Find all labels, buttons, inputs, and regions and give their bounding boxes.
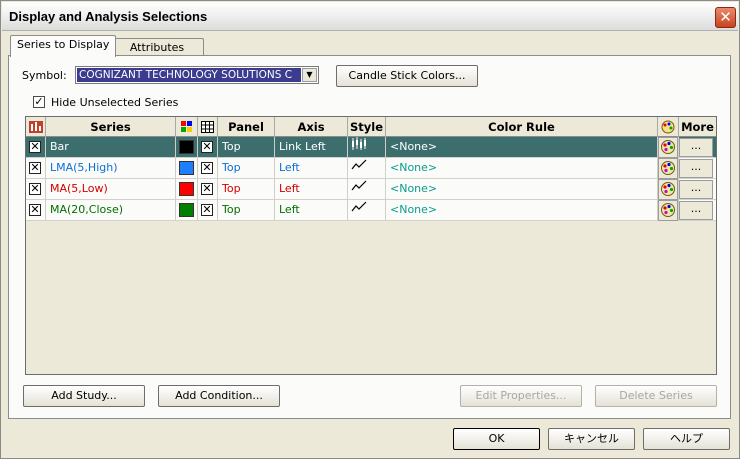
color-cell[interactable] bbox=[176, 200, 198, 221]
chevron-down-icon[interactable]: ▼ bbox=[302, 68, 317, 82]
more-button[interactable]: ... bbox=[679, 201, 713, 220]
table-icon[interactable] bbox=[198, 117, 218, 137]
color-cell[interactable] bbox=[176, 137, 198, 158]
palette-icon[interactable] bbox=[658, 179, 678, 200]
palette-icon[interactable] bbox=[658, 137, 678, 158]
row-select-cell[interactable]: ✕ bbox=[26, 137, 46, 158]
palette-icon[interactable] bbox=[176, 117, 198, 137]
color-swatch[interactable] bbox=[179, 203, 194, 217]
header-panel[interactable]: Panel bbox=[218, 117, 275, 137]
panel-value[interactable]: Top bbox=[218, 137, 275, 158]
more-cell[interactable]: ... bbox=[679, 158, 716, 179]
add-study-button[interactable]: Add Study... bbox=[23, 385, 145, 407]
table-toggle-checkbox[interactable]: ✕ bbox=[201, 204, 213, 216]
ok-button[interactable]: OK bbox=[453, 428, 540, 450]
color-swatch[interactable] bbox=[179, 182, 194, 196]
table-toggle-cell[interactable]: ✕ bbox=[198, 179, 218, 200]
palette-icon[interactable] bbox=[658, 200, 678, 221]
row-select-checkbox[interactable]: ✕ bbox=[29, 204, 41, 216]
close-icon: ✕ bbox=[719, 8, 732, 26]
symbol-label: Symbol: bbox=[22, 69, 67, 82]
tab-attributes[interactable]: Attributes bbox=[110, 38, 204, 56]
row-select-checkbox[interactable]: ✕ bbox=[29, 141, 41, 153]
color-rule-button[interactable] bbox=[658, 200, 679, 221]
table-row[interactable]: ✕ Bar ✕ Top Link Left <None>... bbox=[26, 137, 716, 158]
hide-unselected-checkbox[interactable]: ✓ bbox=[33, 96, 45, 108]
palette-icon[interactable] bbox=[658, 158, 678, 179]
table-toggle-cell[interactable]: ✕ bbox=[198, 158, 218, 179]
line-icon[interactable] bbox=[348, 158, 386, 179]
hide-unselected-label: Hide Unselected Series bbox=[51, 96, 179, 109]
chart-icon[interactable] bbox=[26, 117, 46, 137]
table-row[interactable]: ✕ LMA(5,High) ✕ Top Left <None>... bbox=[26, 158, 716, 179]
color-rule-value[interactable]: <None> bbox=[386, 137, 658, 158]
grid-header: Series Panel Axis Style Color Rule More bbox=[26, 117, 716, 137]
table-toggle-cell[interactable]: ✕ bbox=[198, 200, 218, 221]
delete-series-button[interactable]: Delete Series bbox=[595, 385, 717, 407]
edit-properties-button[interactable]: Edit Properties... bbox=[460, 385, 582, 407]
series-name[interactable]: Bar bbox=[46, 137, 176, 158]
symbol-select[interactable]: COGNIZANT TECHNOLOGY SOLUTIONS C ▼ bbox=[75, 66, 319, 84]
header-color-rule[interactable]: Color Rule bbox=[386, 117, 658, 137]
palette-icon[interactable] bbox=[658, 117, 679, 137]
cancel-button[interactable]: キャンセル bbox=[548, 428, 635, 450]
axis-value[interactable]: Left bbox=[275, 158, 348, 179]
color-cell[interactable] bbox=[176, 179, 198, 200]
more-button[interactable]: ... bbox=[679, 159, 713, 178]
color-rule-button[interactable] bbox=[658, 158, 679, 179]
row-select-cell[interactable]: ✕ bbox=[26, 179, 46, 200]
symbol-select-value: COGNIZANT TECHNOLOGY SOLUTIONS C bbox=[77, 68, 301, 82]
table-row[interactable]: ✕ MA(20,Close) ✕ Top Left <None>... bbox=[26, 200, 716, 221]
color-swatch[interactable] bbox=[179, 140, 194, 154]
title-bar[interactable]: Display and Analysis Selections ✕ bbox=[2, 2, 738, 31]
tab-label: Series to Display bbox=[17, 38, 110, 51]
color-rule-button[interactable] bbox=[658, 179, 679, 200]
more-button[interactable]: ... bbox=[679, 180, 713, 199]
tab-label: Attributes bbox=[129, 41, 185, 54]
panel-value[interactable]: Top bbox=[218, 158, 275, 179]
row-select-checkbox[interactable]: ✕ bbox=[29, 162, 41, 174]
color-rule-value[interactable]: <None> bbox=[386, 179, 658, 200]
header-axis[interactable]: Axis bbox=[275, 117, 348, 137]
color-cell[interactable] bbox=[176, 158, 198, 179]
window-title: Display and Analysis Selections bbox=[9, 9, 208, 24]
candlestick-icon[interactable] bbox=[348, 137, 386, 158]
more-cell[interactable]: ... bbox=[679, 200, 716, 221]
table-toggle-checkbox[interactable]: ✕ bbox=[201, 183, 213, 195]
panel-value[interactable]: Top bbox=[218, 179, 275, 200]
header-style[interactable]: Style bbox=[348, 117, 386, 137]
series-grid: Series Panel Axis Style Color Rule More … bbox=[25, 116, 717, 375]
axis-value[interactable]: Left bbox=[275, 200, 348, 221]
series-name[interactable]: MA(20,Close) bbox=[46, 200, 176, 221]
tab-series-to-display[interactable]: Series to Display bbox=[10, 35, 117, 57]
table-toggle-cell[interactable]: ✕ bbox=[198, 137, 218, 158]
row-select-checkbox[interactable]: ✕ bbox=[29, 183, 41, 195]
color-rule-value[interactable]: <None> bbox=[386, 158, 658, 179]
series-name[interactable]: LMA(5,High) bbox=[46, 158, 176, 179]
row-select-cell[interactable]: ✕ bbox=[26, 158, 46, 179]
more-button[interactable]: ... bbox=[679, 138, 713, 157]
axis-value[interactable]: Link Left bbox=[275, 137, 348, 158]
candle-stick-colors-button[interactable]: Candle Stick Colors... bbox=[336, 65, 478, 87]
color-rule-button[interactable] bbox=[658, 137, 679, 158]
line-icon[interactable] bbox=[348, 200, 386, 221]
color-rule-value[interactable]: <None> bbox=[386, 200, 658, 221]
row-select-cell[interactable]: ✕ bbox=[26, 200, 46, 221]
line-icon[interactable] bbox=[348, 179, 386, 200]
axis-value[interactable]: Left bbox=[275, 179, 348, 200]
header-more[interactable]: More bbox=[679, 117, 716, 137]
header-series[interactable]: Series bbox=[46, 117, 176, 137]
add-condition-button[interactable]: Add Condition... bbox=[158, 385, 280, 407]
table-toggle-checkbox[interactable]: ✕ bbox=[201, 141, 213, 153]
table-row[interactable]: ✕ MA(5,Low) ✕ Top Left <None>... bbox=[26, 179, 716, 200]
more-cell[interactable]: ... bbox=[679, 179, 716, 200]
color-swatch[interactable] bbox=[179, 161, 194, 175]
close-button[interactable]: ✕ bbox=[715, 7, 736, 28]
panel-value[interactable]: Top bbox=[218, 200, 275, 221]
more-cell[interactable]: ... bbox=[679, 137, 716, 158]
table-toggle-checkbox[interactable]: ✕ bbox=[201, 162, 213, 174]
series-name[interactable]: MA(5,Low) bbox=[46, 179, 176, 200]
help-button[interactable]: ヘルプ bbox=[643, 428, 730, 450]
